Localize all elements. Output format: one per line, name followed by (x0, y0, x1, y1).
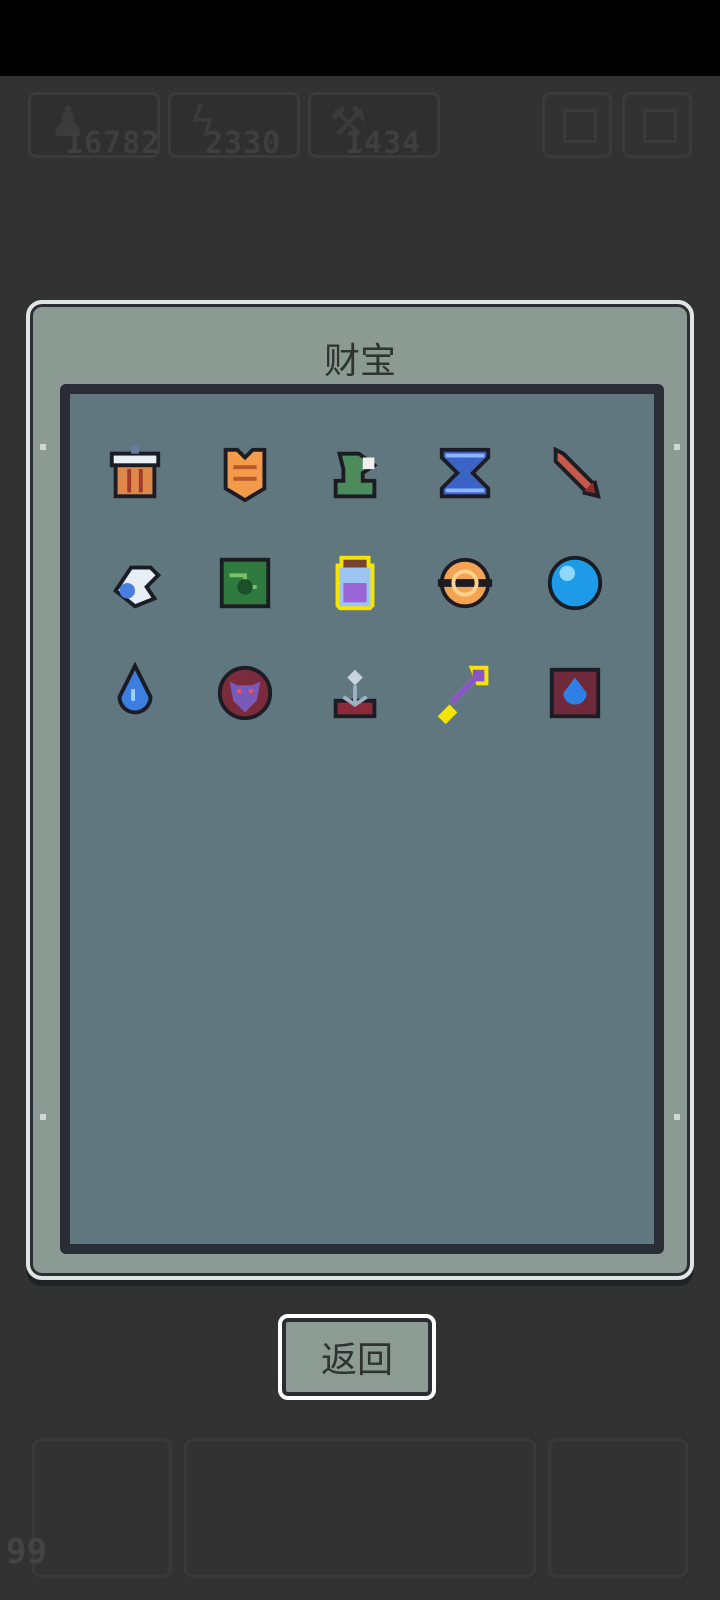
anchor-altar-icon (333, 669, 377, 719)
treasure-blue-orb[interactable] (540, 548, 610, 618)
edit-button (542, 92, 612, 158)
level-number: 99 (6, 1532, 47, 1572)
rivet (40, 1114, 46, 1120)
treasure-grid-area (60, 384, 664, 1254)
treasure-hood[interactable] (320, 438, 390, 508)
blue-flame-tome-icon (549, 667, 601, 719)
blue-orb-icon (547, 555, 603, 611)
treasure-panel: 财宝 (26, 300, 694, 1280)
treasure-purple-key[interactable] (430, 658, 500, 728)
ring-orb-icon (437, 557, 493, 609)
treasure-blue-flame-tome[interactable] (540, 658, 610, 728)
treasure-drum[interactable] (100, 438, 170, 508)
panel-title: 财宝 (323, 341, 396, 382)
winged-helmet-icon (113, 565, 161, 609)
green-map-icon (219, 557, 271, 609)
bottom-slot-left (32, 1438, 172, 1578)
treasure-ring-orb[interactable] (430, 548, 500, 618)
treasure-water-drop[interactable] (100, 658, 170, 728)
treasure-arrow[interactable] (540, 438, 610, 508)
drum-icon (109, 445, 161, 499)
orange-armor-icon (223, 447, 267, 503)
hud-stat-value: 2330 (205, 126, 282, 161)
rivet (674, 1114, 680, 1120)
status-bar (0, 0, 720, 76)
treasure-potion-jar[interactable] (320, 548, 390, 618)
bottom-slot-center (184, 1438, 536, 1578)
treasure-helmet[interactable] (100, 548, 170, 618)
menu-icon (643, 109, 677, 143)
menu-button (622, 92, 692, 158)
demon-shield-icon (217, 665, 273, 721)
back-button[interactable]: 返回 (278, 1314, 436, 1400)
hud-stat-2: ϟ 2330 (168, 92, 300, 161)
treasure-demon-shield[interactable] (210, 658, 280, 728)
hourglass-icon (439, 447, 491, 499)
hud-stat-value: 16782 (65, 126, 161, 161)
treasure-armor[interactable] (210, 438, 280, 508)
rivet (40, 444, 46, 450)
potion-jar-icon (335, 555, 375, 611)
rivet (674, 444, 680, 450)
arrow-icon (553, 446, 601, 499)
treasure-map[interactable] (210, 548, 280, 618)
treasure-hourglass[interactable] (430, 438, 500, 508)
hud-stat-3: ⚒ 1434 (308, 92, 440, 161)
treasure-anchor-altar[interactable] (320, 658, 390, 728)
hud-stat-1: ♟ 16782 (28, 92, 161, 161)
hud-stat-value: 1434 (345, 126, 422, 161)
water-drop-icon (117, 662, 153, 715)
green-hood-icon (333, 451, 378, 499)
purple-key-icon (437, 665, 489, 724)
bottom-slot-right (548, 1438, 688, 1578)
edit-icon (563, 109, 597, 143)
